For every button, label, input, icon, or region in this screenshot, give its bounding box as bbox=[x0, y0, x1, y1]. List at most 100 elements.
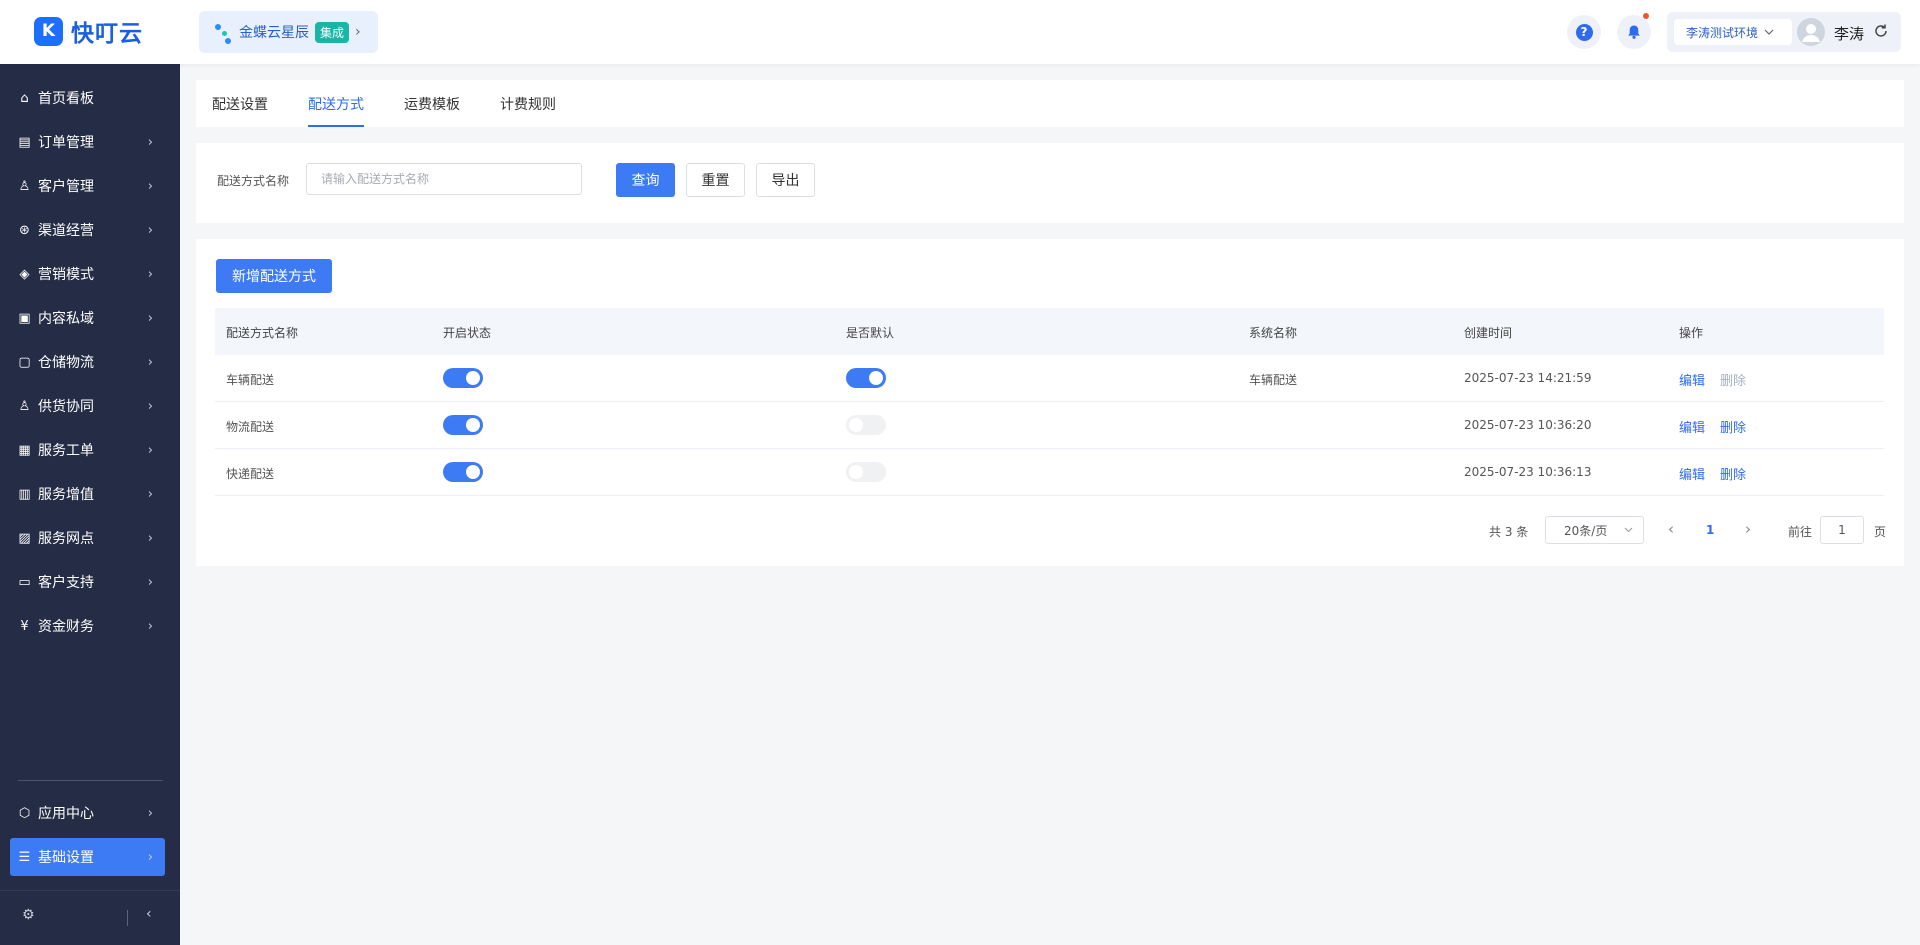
default-toggle[interactable] bbox=[846, 368, 886, 388]
chevron-right-icon: › bbox=[147, 486, 153, 502]
notification-button[interactable] bbox=[1617, 13, 1651, 49]
help-button[interactable]: ? bbox=[1567, 15, 1601, 49]
user-avatar-icon bbox=[1802, 24, 1820, 42]
sidebar-item-label: 资金财务 bbox=[38, 619, 94, 635]
sidebar-item-warehouse[interactable]: ▢ 仓储物流 › bbox=[10, 343, 165, 381]
chevron-down-icon bbox=[1624, 527, 1633, 533]
sidebar-divider bbox=[18, 780, 163, 781]
chevron-right-icon: › bbox=[147, 354, 153, 370]
supply-icon: ♙ bbox=[18, 398, 31, 414]
environment-label: 李涛测试环境 bbox=[1686, 25, 1759, 40]
sidebar-item-label: 客户管理 bbox=[38, 179, 94, 195]
enabled-toggle[interactable] bbox=[443, 368, 483, 388]
sidebar-item-label: 渠道经营 bbox=[38, 223, 94, 239]
sidebar-item-user[interactable]: ♙ 客户管理 › bbox=[10, 167, 165, 205]
next-page-button[interactable]: › bbox=[1745, 520, 1751, 538]
cell-created-time: 2025-07-23 14:21:59 bbox=[1464, 371, 1592, 385]
delete-link[interactable]: 删除 bbox=[1720, 464, 1746, 483]
enabled-toggle[interactable] bbox=[443, 415, 483, 435]
chevron-right-icon: › bbox=[147, 618, 153, 634]
column-header: 操作 bbox=[1679, 326, 1704, 340]
settings-icon[interactable]: ⚙ bbox=[22, 907, 35, 923]
sidebar-item-store[interactable]: ▨ 服务网点 › bbox=[10, 519, 165, 557]
total-count: 共 3 条 bbox=[1489, 525, 1529, 539]
home-icon: ⌂ bbox=[20, 90, 29, 106]
enabled-toggle[interactable] bbox=[443, 462, 483, 482]
tab-delivery-settings[interactable]: 配送设置 bbox=[212, 94, 268, 127]
avatar[interactable] bbox=[1797, 18, 1825, 46]
goto-label: 前往 bbox=[1788, 525, 1813, 539]
sidebar-item-ticket[interactable]: ▦ 服务工单 › bbox=[10, 431, 165, 469]
sidebar-item-home[interactable]: ⌂ 首页看板 bbox=[10, 79, 165, 117]
column-header: 系统名称 bbox=[1249, 326, 1298, 340]
delivery-method-name-input[interactable] bbox=[306, 163, 582, 195]
sidebar-item-label: 服务工单 bbox=[38, 443, 94, 459]
chevron-right-icon: › bbox=[147, 530, 153, 546]
tab-bar: 配送设置 配送方式 运费模板 计费规则 bbox=[196, 80, 1904, 127]
settings-list-icon: ☰ bbox=[18, 849, 31, 865]
sidebar-item-order[interactable]: ▤ 订单管理 › bbox=[10, 123, 165, 161]
prev-page-button[interactable]: ‹ bbox=[1668, 520, 1674, 538]
ticket-icon: ▦ bbox=[18, 442, 31, 458]
delete-link[interactable]: 删除 bbox=[1720, 417, 1746, 436]
collapse-sidebar-icon[interactable]: ‹ bbox=[146, 906, 152, 922]
edit-link[interactable]: 编辑 bbox=[1679, 464, 1705, 483]
add-delivery-method-button[interactable]: 新增配送方式 bbox=[216, 259, 332, 293]
sidebar-item-supply[interactable]: ♙ 供货协同 › bbox=[10, 387, 165, 425]
tab-freight-templates[interactable]: 运费模板 bbox=[404, 94, 460, 127]
refresh-icon[interactable] bbox=[1873, 23, 1889, 39]
tab-delivery-methods[interactable]: 配送方式 bbox=[308, 94, 364, 127]
sidebar-item-label: 营销模式 bbox=[38, 267, 94, 283]
chevron-right-icon: › bbox=[147, 222, 153, 238]
chevron-right-icon: › bbox=[147, 849, 153, 865]
chevron-right-icon: › bbox=[147, 805, 153, 821]
yen-icon: ¥ bbox=[20, 618, 29, 634]
column-header: 是否默认 bbox=[846, 326, 895, 340]
footer-separator bbox=[127, 910, 128, 926]
sidebar-item-cube[interactable]: ⬡ 应用中心 › bbox=[10, 794, 165, 832]
sidebar: ⌂ 首页看板 ▤ 订单管理 › ♙ 客户管理 › ⊛ 渠道经营 › ◈ 营销模式 › ▣ 内容私域 › ▢ 仓储物流… bbox=[0, 64, 180, 945]
page-number-current[interactable]: 1 bbox=[1706, 523, 1714, 537]
environment-select[interactable]: 李涛测试环境 bbox=[1674, 19, 1792, 45]
query-button[interactable]: 查询 bbox=[616, 163, 675, 197]
sidebar-item-support[interactable]: ▭ 客户支持 › bbox=[10, 563, 165, 601]
tab-billing-rules[interactable]: 计费规则 bbox=[500, 94, 556, 127]
sidebar-item-image[interactable]: ▣ 内容私域 › bbox=[10, 299, 165, 337]
chevron-right-icon: › bbox=[147, 178, 153, 194]
export-button[interactable]: 导出 bbox=[756, 163, 815, 197]
tenant-name: 金蝶云星辰 bbox=[239, 25, 309, 41]
sidebar-footer-divider bbox=[0, 890, 180, 891]
sidebar-item-label: 订单管理 bbox=[38, 135, 94, 151]
chevron-right-icon: › bbox=[147, 442, 153, 458]
sidebar-item-tag[interactable]: ◈ 营销模式 › bbox=[10, 255, 165, 293]
sidebar-item-yen[interactable]: ¥ 资金财务 › bbox=[10, 607, 165, 645]
user-name[interactable]: 李涛 bbox=[1834, 23, 1864, 44]
cell-created-time: 2025-07-23 10:36:20 bbox=[1464, 418, 1592, 432]
column-header: 创建时间 bbox=[1464, 326, 1513, 340]
sidebar-item-bag[interactable]: ▥ 服务增值 › bbox=[10, 475, 165, 513]
tag-icon: ◈ bbox=[19, 266, 30, 282]
page-size-select[interactable]: 20条/页 bbox=[1545, 516, 1644, 544]
chevron-right-icon: › bbox=[147, 574, 153, 590]
chevron-right-icon: › bbox=[147, 266, 153, 282]
store-icon: ▨ bbox=[18, 530, 31, 546]
goto-unit: 页 bbox=[1874, 525, 1887, 539]
sidebar-item-label: 服务网点 bbox=[38, 531, 94, 547]
sidebar-item-channel[interactable]: ⊛ 渠道经营 › bbox=[10, 211, 165, 249]
sidebar-item-settings-list[interactable]: ☰ 基础设置 › bbox=[10, 838, 165, 876]
default-toggle[interactable] bbox=[846, 462, 886, 482]
logo[interactable]: K 快叮云 bbox=[34, 15, 143, 47]
sidebar-item-label: 基础设置 bbox=[38, 850, 94, 866]
reset-button[interactable]: 重置 bbox=[686, 163, 745, 197]
sidebar-item-label: 内容私域 bbox=[38, 311, 94, 327]
sidebar-item-label: 首页看板 bbox=[38, 91, 94, 107]
edit-link[interactable]: 编辑 bbox=[1679, 417, 1705, 436]
goto-page-input[interactable]: 1 bbox=[1820, 516, 1864, 544]
chevron-right-icon: › bbox=[147, 310, 153, 326]
default-toggle[interactable] bbox=[846, 415, 886, 435]
brand-name: 快叮云 bbox=[71, 21, 143, 47]
edit-link[interactable]: 编辑 bbox=[1679, 370, 1705, 389]
tenant-switcher[interactable]: 金蝶云星辰 集成 › bbox=[199, 11, 378, 53]
cell-name: 车辆配送 bbox=[226, 373, 275, 387]
chevron-right-icon: › bbox=[355, 24, 361, 40]
